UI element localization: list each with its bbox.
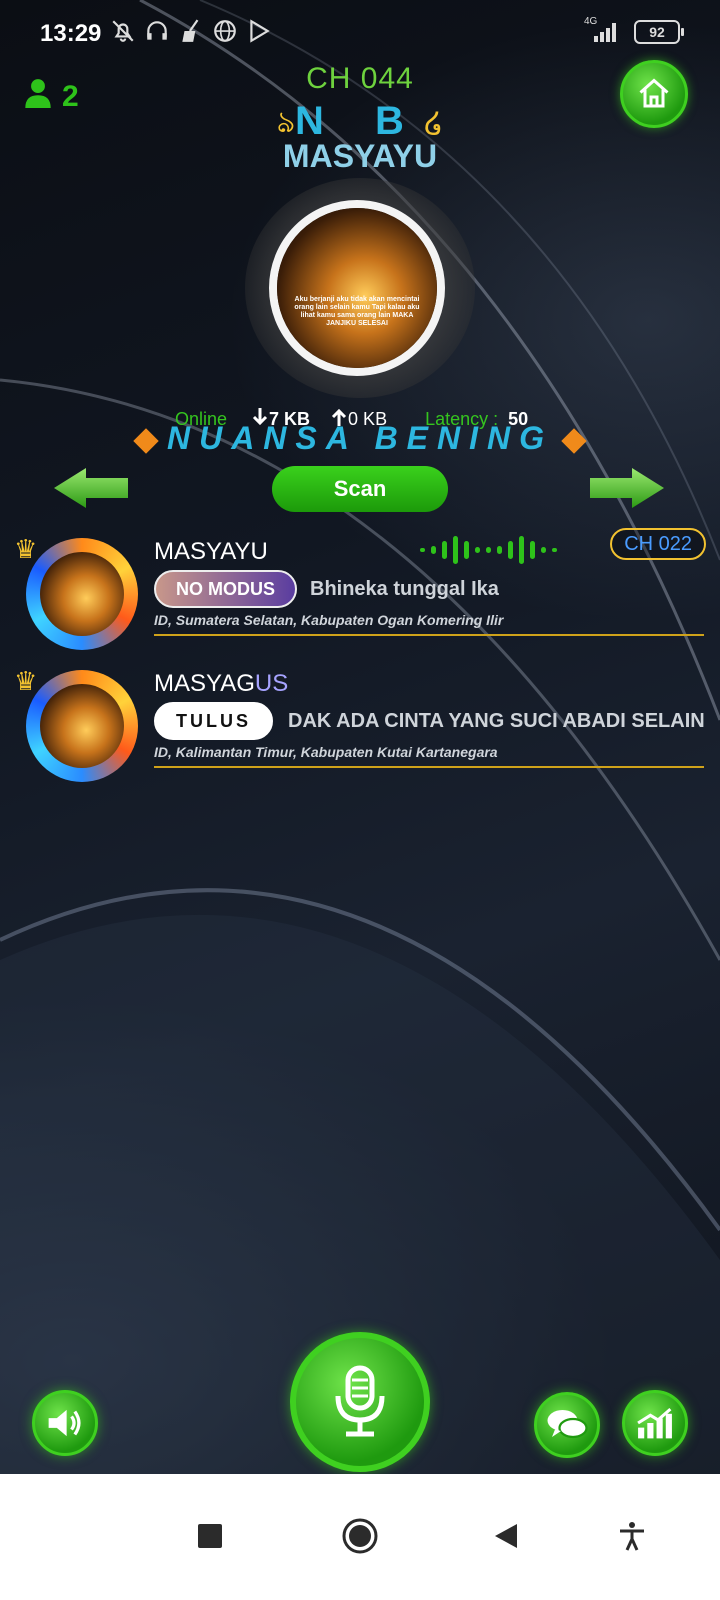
- avatar: ♛: [14, 666, 142, 790]
- accessibility-button[interactable]: [608, 1512, 656, 1560]
- chat-button[interactable]: [534, 1392, 600, 1458]
- avatar-image: [40, 684, 124, 768]
- host-avatar-image: Aku berjanji aku tidak akan mencintai or…: [277, 208, 437, 368]
- home-nav-button[interactable]: [336, 1512, 384, 1560]
- arrow-left-icon: [54, 468, 128, 508]
- user-location: ID, Sumatera Selatan, Kabupaten Ogan Kom…: [154, 612, 504, 628]
- home-icon: [639, 78, 669, 108]
- avatar: ♛: [14, 534, 142, 658]
- recents-button[interactable]: [186, 1512, 234, 1560]
- list-item[interactable]: ♛ MASYAYU CH 022 NO MODUS Bhineka tungga…: [14, 528, 708, 666]
- battery-indicator: 92: [634, 20, 684, 44]
- next-room-button[interactable]: [588, 466, 666, 510]
- back-button[interactable]: [482, 1512, 530, 1560]
- arrow-right-icon: [590, 468, 664, 508]
- microphone-button[interactable]: [290, 1332, 430, 1472]
- recents-icon: [198, 1524, 222, 1548]
- user-list: ♛ MASYAYU CH 022 NO MODUS Bhineka tungga…: [14, 528, 708, 798]
- signal-icon: 4G: [580, 16, 622, 44]
- headphones-icon: [144, 18, 170, 50]
- broom-icon: [178, 18, 204, 50]
- user-status: DAK ADA CINTA YANG SUCI ABADI SELAIN C: [288, 710, 704, 732]
- audio-wave-icon: [420, 534, 557, 566]
- scan-button[interactable]: Scan: [272, 466, 448, 512]
- divider: [154, 766, 704, 768]
- status-icons: [110, 18, 272, 50]
- accessibility-icon: [620, 1522, 644, 1551]
- room-name: NUANSA BENING: [0, 420, 720, 457]
- bell-off-icon: [110, 18, 136, 50]
- home-button[interactable]: [620, 60, 688, 128]
- crown-icon: ♛: [14, 534, 38, 564]
- crown-icon: ♛: [14, 666, 38, 696]
- user-status: Bhineka tunggal Ika: [310, 578, 499, 600]
- microphone-icon: [335, 1365, 385, 1437]
- user-location: ID, Kalimantan Timur, Kabupaten Kutai Ka…: [154, 744, 498, 760]
- host-avatar[interactable]: Aku berjanji aku tidak akan mencintai or…: [245, 178, 475, 398]
- ornament-right-icon: ໒: [423, 107, 444, 140]
- channel-badge: CH 022: [610, 528, 706, 560]
- speaker-button[interactable]: [32, 1390, 98, 1456]
- mode-badge: TULUS: [154, 702, 273, 740]
- system-nav-bar: [0, 1474, 720, 1600]
- globe-icon: [212, 18, 238, 50]
- user-name-main: MASYAG: [154, 670, 255, 697]
- avatar-image: [40, 552, 124, 636]
- home-circle-icon: [342, 1518, 378, 1554]
- network-type: 4G: [584, 16, 598, 27]
- user-name: MASYAGUS: [154, 670, 288, 698]
- status-right: 4G 92: [580, 16, 684, 44]
- previous-room-button[interactable]: [52, 466, 130, 510]
- chat-icon: [547, 1410, 588, 1439]
- room-name-text: NUANSA BENING: [166, 420, 554, 456]
- mode-badge: NO MODUS: [154, 570, 297, 608]
- room-initials-text: N B: [294, 99, 424, 144]
- status-time: 13:29: [40, 20, 102, 47]
- chart-icon: [637, 1407, 672, 1439]
- back-icon: [495, 1524, 517, 1548]
- stats-button[interactable]: [622, 1390, 688, 1456]
- status-bar: 13:29 4G 92: [0, 0, 720, 68]
- speaker-icon: [48, 1409, 81, 1437]
- avatar-caption: Aku berjanji aku tidak akan mencintai or…: [294, 296, 420, 327]
- user-name-accent: US: [254, 670, 289, 697]
- user-name: MASYAYU: [154, 538, 268, 565]
- divider: [154, 634, 704, 636]
- host-avatar-ring: Aku berjanji aku tidak akan mencintai or…: [269, 200, 445, 376]
- diamond-right-icon: [561, 427, 587, 454]
- ornament-left-icon: ঌ: [276, 106, 295, 139]
- host-name: MASYAYU: [282, 138, 438, 174]
- play-store-icon: [246, 18, 272, 50]
- list-item[interactable]: ♛ MASYAGUS TULUS DAK ADA CINTA YANG SUCI…: [14, 666, 708, 798]
- diamond-left-icon: [133, 427, 159, 454]
- channel-title: CH 044: [306, 62, 414, 95]
